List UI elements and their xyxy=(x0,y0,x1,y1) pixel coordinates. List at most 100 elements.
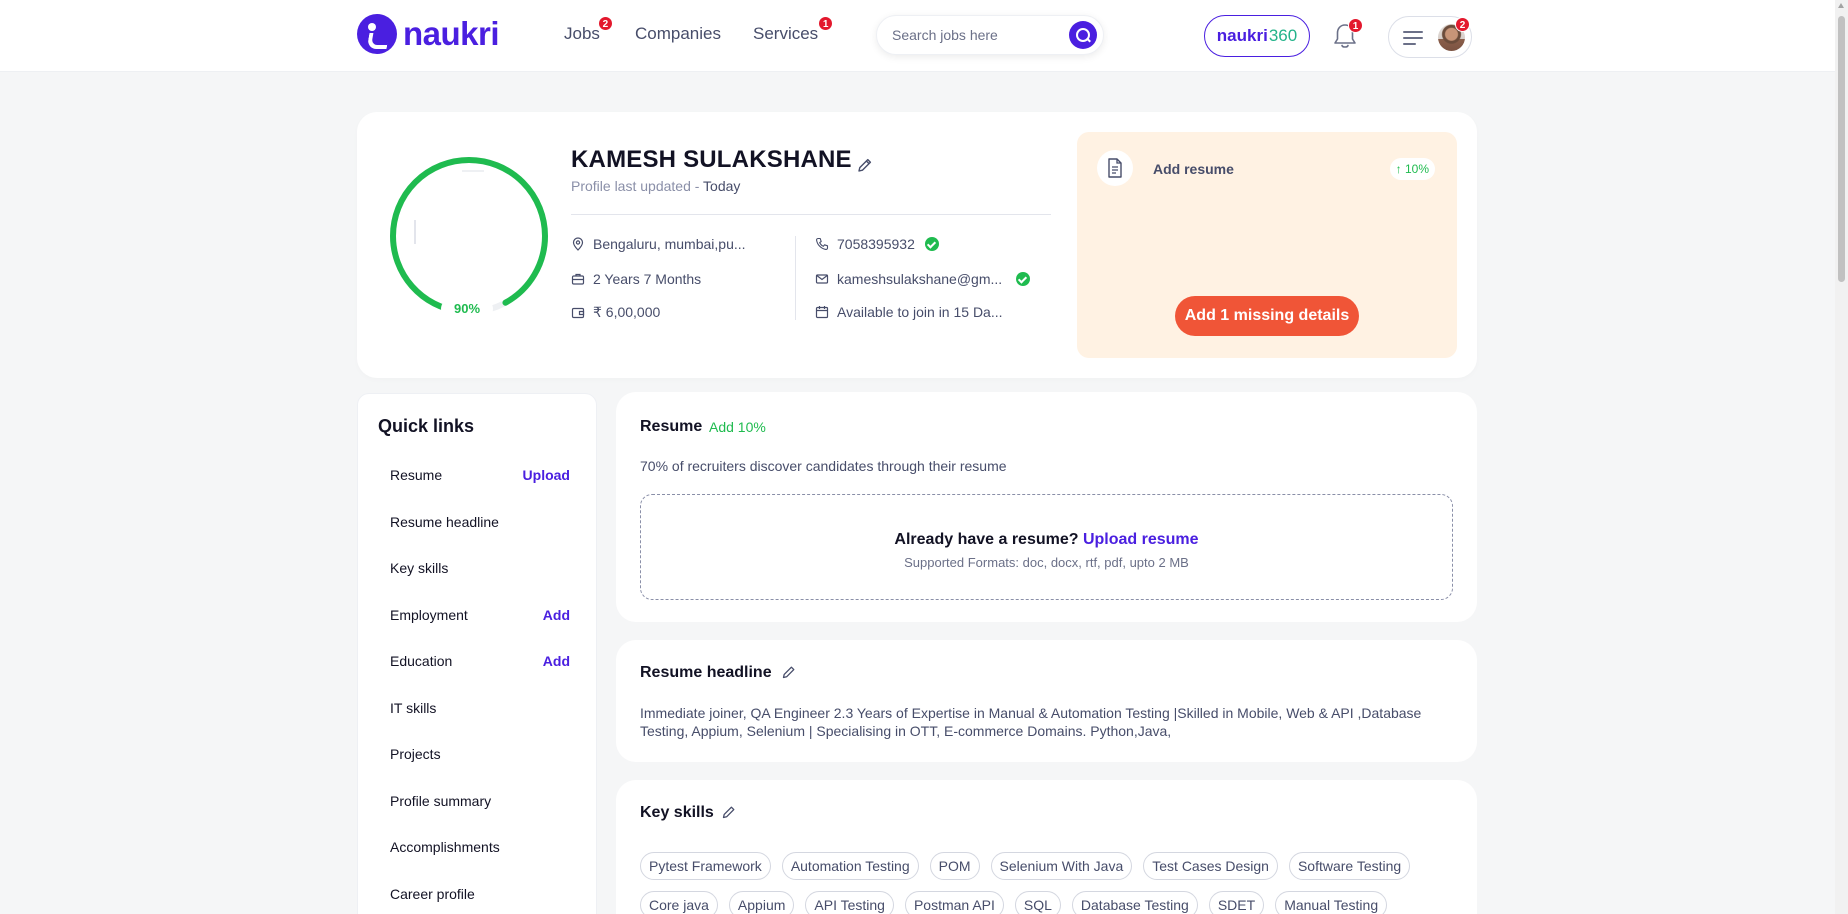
profile-updated-label: Profile last updated - xyxy=(571,178,704,194)
naukri-logo[interactable]: naukri xyxy=(357,14,500,54)
quick-link-label: Projects xyxy=(390,746,441,762)
quick-link-key-skills[interactable]: Key skills xyxy=(390,560,570,576)
missing-item-title[interactable]: Add resume xyxy=(1153,161,1234,177)
search-icon[interactable] xyxy=(1069,21,1097,49)
quick-link-projects[interactable]: Projects xyxy=(390,746,570,762)
skill-chip: Selenium With Java xyxy=(990,852,1133,880)
top-header: naukri Jobs 2 Companies Services 1 naukr… xyxy=(0,0,1848,72)
resume-headline-title: Resume headline xyxy=(640,664,772,681)
naukri360-brand: naukri xyxy=(1216,26,1268,45)
email-text: kameshsulakshane@gm... xyxy=(837,271,1003,287)
profile-photo[interactable] xyxy=(402,170,532,300)
quick-link-resume-headline[interactable]: Resume headline xyxy=(390,514,570,530)
naukri360-num: 360 xyxy=(1268,26,1298,45)
notification-badge: 1 xyxy=(1348,18,1363,33)
mail-icon xyxy=(815,274,829,284)
profile-updated: Profile last updated - Today xyxy=(571,178,740,194)
quick-links-panel: Quick links Resume Upload Resume headline… xyxy=(357,393,597,914)
profile-badge: 2 xyxy=(1455,17,1470,32)
upload-question-text: Already have a resume? xyxy=(894,531,1083,548)
add-employment-link[interactable]: Add xyxy=(543,607,570,623)
add-education-link[interactable]: Add xyxy=(543,653,570,669)
briefcase-icon xyxy=(571,273,585,285)
quick-links-title: Quick links xyxy=(378,416,475,436)
skill-chip: SQL xyxy=(1014,891,1061,914)
nav-services-label: Services xyxy=(753,24,819,43)
missing-item-percent: ↑ 10% xyxy=(1389,158,1435,180)
nav-services[interactable]: Services 1 xyxy=(753,16,834,44)
add-missing-details-button[interactable]: Add 1 missing details xyxy=(1175,296,1359,336)
quick-link-label: Resume headline xyxy=(390,514,499,530)
location-pin-icon xyxy=(572,237,584,251)
quick-link-resume[interactable]: Resume Upload xyxy=(390,467,570,483)
location-info: Bengaluru, mumbai,pu... xyxy=(571,236,746,252)
experience-text: 2 Years 7 Months xyxy=(593,271,702,287)
document-icon xyxy=(1108,158,1122,178)
quick-link-label: Profile summary xyxy=(390,793,492,809)
quick-link-label: IT skills xyxy=(390,700,437,716)
experience-info: 2 Years 7 Months xyxy=(571,271,701,287)
quick-link-accomplishments[interactable]: Accomplishments xyxy=(390,839,570,855)
email-verified-icon xyxy=(1016,272,1031,286)
location-text: Bengaluru, mumbai,pu... xyxy=(593,236,746,252)
resume-headline-card: Resume headline Immediate joiner, QA Eng… xyxy=(616,640,1477,762)
edit-headline-icon[interactable] xyxy=(781,664,797,680)
profile-completion-percent: 90% xyxy=(441,298,493,320)
quick-link-label: Accomplishments xyxy=(390,839,500,855)
resume-add-percent: Add 10% xyxy=(709,419,766,435)
skill-chip: Test Cases Design xyxy=(1143,852,1278,880)
notice-text: Available to join in 15 Da... xyxy=(837,304,1003,320)
nav-jobs[interactable]: Jobs 2 xyxy=(564,16,613,44)
resume-upload-dropzone[interactable]: Already have a resume? Upload resume Sup… xyxy=(640,494,1453,600)
quick-link-label: Career profile xyxy=(390,886,475,902)
upload-question: Already have a resume? Upload resume xyxy=(641,531,1452,549)
nav-jobs-label: Jobs xyxy=(564,24,600,43)
profile-card: 90% KAMESH SULAKSHANE Profile last updat… xyxy=(357,112,1477,378)
quick-link-label: Employment xyxy=(390,607,468,623)
scrollbar-thumb[interactable] xyxy=(1838,16,1845,282)
naukri360-button[interactable]: naukri360 xyxy=(1204,15,1310,57)
naukri-logo-icon xyxy=(357,14,397,54)
hamburger-icon xyxy=(1403,31,1423,45)
profile-name: KAMESH SULAKSHANE xyxy=(571,146,852,173)
quick-link-label: Education xyxy=(390,653,453,669)
phone-verified-icon xyxy=(924,237,939,251)
skill-chip: Software Testing xyxy=(1288,852,1411,880)
supported-formats: Supported Formats: doc, docx, rtf, pdf, … xyxy=(904,555,1189,570)
quick-link-profile-summary[interactable]: Profile summary xyxy=(390,793,570,809)
quick-link-employment[interactable]: Employment Add xyxy=(390,607,570,623)
skill-chip: API Testing xyxy=(805,891,894,914)
quick-link-career-profile[interactable]: Career profile xyxy=(390,886,570,902)
resume-headline-text: Immediate joiner, QA Engineer 2.3 Years … xyxy=(640,705,1422,739)
divider xyxy=(571,214,1051,215)
document-icon-wrap xyxy=(1097,150,1133,186)
key-skills-card: Key skills Pytest Framework Automation T… xyxy=(616,780,1477,914)
skill-chip: Core java xyxy=(640,891,718,914)
phone-text: 7058395932 xyxy=(837,236,915,252)
upload-resume-link[interactable]: Upload resume xyxy=(1083,531,1199,548)
edit-skills-icon[interactable] xyxy=(721,804,737,820)
skill-chip: Appium xyxy=(728,891,795,914)
profile-updated-value: Today xyxy=(703,178,741,194)
salary-info: ₹ 6,00,000 xyxy=(571,304,660,321)
edit-name-icon[interactable] xyxy=(856,156,874,174)
skill-chip: Pytest Framework xyxy=(640,852,771,880)
email-info: kameshsulakshane@gm... xyxy=(815,271,1031,287)
skill-chip: Automation Testing xyxy=(781,852,919,880)
search-input[interactable] xyxy=(892,27,1052,43)
quick-link-education[interactable]: Education Add xyxy=(390,653,570,669)
upload-resume-link[interactable]: Upload xyxy=(523,467,570,483)
scroll-up-arrow-icon[interactable] xyxy=(1838,3,1844,8)
quick-link-label: Resume xyxy=(390,467,443,483)
calendar-icon xyxy=(815,306,829,319)
logo-text: naukri xyxy=(403,15,500,52)
quick-link-it-skills[interactable]: IT skills xyxy=(390,700,570,716)
nav-companies[interactable]: Companies xyxy=(635,24,721,44)
page-scrollbar[interactable] xyxy=(1835,0,1848,914)
wallet-icon xyxy=(571,307,585,318)
skills-list: Pytest Framework Automation Testing POM … xyxy=(640,852,1460,914)
skill-chip: Database Testing xyxy=(1071,891,1198,914)
phone-icon xyxy=(816,237,829,250)
nav-services-badge: 1 xyxy=(818,16,834,31)
key-skills-title: Key skills xyxy=(640,804,714,821)
